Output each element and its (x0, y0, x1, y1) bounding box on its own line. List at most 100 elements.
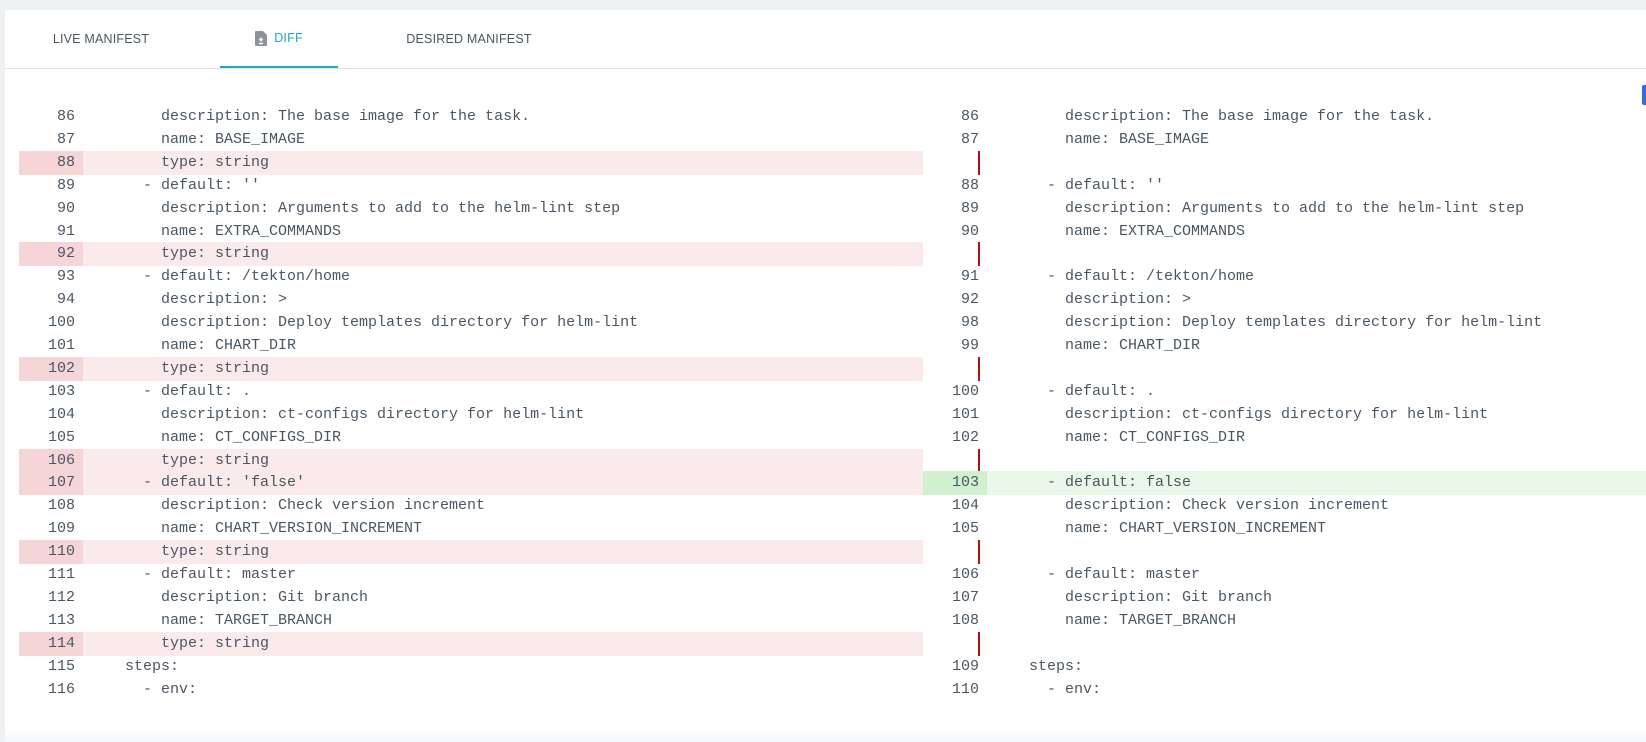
line-number: 100 (951, 382, 979, 400)
line-code: type: string (107, 451, 270, 469)
line-number: 102 (19, 356, 83, 381)
diff-line: 100 description: Deploy templates direct… (19, 311, 923, 335)
line-code: name: BASE_IMAGE (107, 130, 306, 148)
line-number: 113 (47, 611, 75, 629)
line-number: 105 (47, 428, 75, 446)
diff-line: 112 description: Git branch (19, 586, 923, 610)
line-code: description: Deploy templates directory … (1011, 314, 1543, 332)
diff-line: 88 - default: '' (923, 174, 1646, 198)
diff-line: 99 name: CHART_DIR (923, 334, 1646, 358)
line-number: 99 (960, 337, 979, 354)
diff-line: 108 name: TARGET_BRANCH (923, 609, 1646, 633)
diff-line-added: 103 - default: false (923, 471, 1646, 496)
gap-marker (978, 150, 980, 175)
line-number: 93 (56, 268, 75, 286)
line-code: steps: (107, 657, 180, 675)
line-code: description: ct-configs directory for he… (107, 405, 585, 423)
diff-line: 87 name: BASE_IMAGE (19, 128, 923, 152)
diff-line: 98 description: Deploy templates directo… (923, 311, 1646, 335)
line-code: name: EXTRA_COMMANDS (1011, 222, 1246, 240)
diff-line-removed: 106 type: string (19, 448, 923, 473)
diff-line: 113 name: TARGET_BRANCH (19, 609, 923, 633)
line-code: description: Git branch (107, 588, 369, 606)
diff-line: 89 description: Arguments to add to the … (923, 197, 1646, 221)
line-code: - default: . (1011, 382, 1156, 400)
diff-line-removed: 114 type: string (19, 631, 923, 656)
line-code: description: > (1011, 291, 1192, 309)
line-code: description: Deploy templates directory … (107, 314, 639, 332)
line-code: description: ct-configs directory for he… (1011, 405, 1489, 423)
line-number: 116 (47, 680, 75, 698)
line-code: steps: (1011, 657, 1084, 675)
line-number: 92 (960, 291, 979, 309)
tab-bar: LIVE MANIFEST DIFF DESIRED MANIFEST (5, 10, 1646, 69)
line-code: - default: '' (107, 176, 261, 194)
line-number: 86 (56, 108, 75, 125)
line-code: - default: 'false' (107, 474, 306, 492)
line-number: 108 (47, 497, 75, 515)
line-number: 103 (923, 471, 987, 496)
line-number: 88 (19, 150, 83, 175)
diff-line-gap (923, 448, 1646, 473)
line-number: 115 (47, 657, 75, 675)
line-code: - default: . (107, 382, 252, 400)
line-code: - default: master (107, 566, 297, 583)
tab-live-manifest[interactable]: LIVE MANIFEST (35, 10, 167, 68)
diff-line: 101 description: ct-configs directory fo… (923, 403, 1646, 427)
diff-line: 111 - default: master (19, 563, 923, 587)
line-code: type: string (107, 543, 270, 561)
line-number: 110 (19, 540, 83, 565)
diff-line: 108 description: Check version increment (19, 494, 923, 518)
line-code: name: CHART_DIR (1011, 337, 1201, 354)
tab-diff[interactable]: DIFF (220, 10, 338, 68)
line-number: 104 (47, 405, 75, 423)
line-number: 94 (56, 291, 75, 309)
line-number: 109 (951, 657, 979, 675)
line-number: 105 (951, 520, 979, 538)
line-code: name: BASE_IMAGE (1011, 130, 1210, 148)
file-diff-icon (255, 30, 268, 46)
line-number: 88 (960, 176, 979, 194)
line-code: name: EXTRA_COMMANDS (107, 222, 342, 240)
gap-marker (978, 242, 980, 267)
gap-marker (978, 448, 980, 473)
line-code: name: TARGET_BRANCH (107, 611, 333, 629)
line-number: 102 (951, 428, 979, 446)
line-code: type: string (107, 245, 270, 263)
diff-line: 103 - default: . (19, 380, 923, 404)
bottom-fade (5, 728, 1646, 742)
line-code: - default: /tekton/home (107, 268, 351, 286)
diff-line: 116 - env: (19, 678, 923, 702)
line-number: 101 (951, 405, 979, 423)
line-number: 107 (19, 471, 83, 496)
tab-desired-manifest[interactable]: DESIRED MANIFEST (390, 10, 548, 68)
diff-line-gap (923, 242, 1646, 267)
diff-line: 100 - default: . (923, 380, 1646, 404)
diff-line-removed: 107 - default: 'false' (19, 471, 923, 496)
diff-line: 107 description: Git branch (923, 586, 1646, 610)
gap-marker (978, 631, 980, 656)
line-code: - default: false (1011, 474, 1192, 492)
line-code: name: CHART_DIR (107, 337, 297, 354)
line-code: description: Check version increment (107, 497, 486, 515)
line-number: 110 (951, 680, 979, 698)
line-code: description: Arguments to add to the hel… (1011, 199, 1525, 217)
diff-line: 115 steps: (19, 655, 923, 679)
line-code: type: string (107, 153, 270, 171)
line-code: - default: /tekton/home (1011, 268, 1255, 286)
scroll-handle[interactable] (1642, 85, 1646, 105)
line-number: 103 (47, 382, 75, 400)
diff-line: 94 description: > (19, 288, 923, 312)
line-number: 100 (47, 314, 75, 332)
diff-line: 106 - default: master (923, 563, 1646, 587)
line-code: name: CHART_VERSION_INCREMENT (107, 520, 423, 538)
gap-marker (978, 540, 980, 565)
line-number: 87 (56, 130, 75, 148)
line-code: description: Git branch (1011, 588, 1273, 606)
diff-line: 91 - default: /tekton/home (923, 265, 1646, 289)
diff-line-removed: 92 type: string (19, 242, 923, 267)
diff-line: 91 name: EXTRA_COMMANDS (19, 220, 923, 244)
line-code: type: string (107, 359, 270, 377)
line-code: name: CT_CONFIGS_DIR (107, 428, 342, 446)
line-number: 108 (951, 611, 979, 629)
